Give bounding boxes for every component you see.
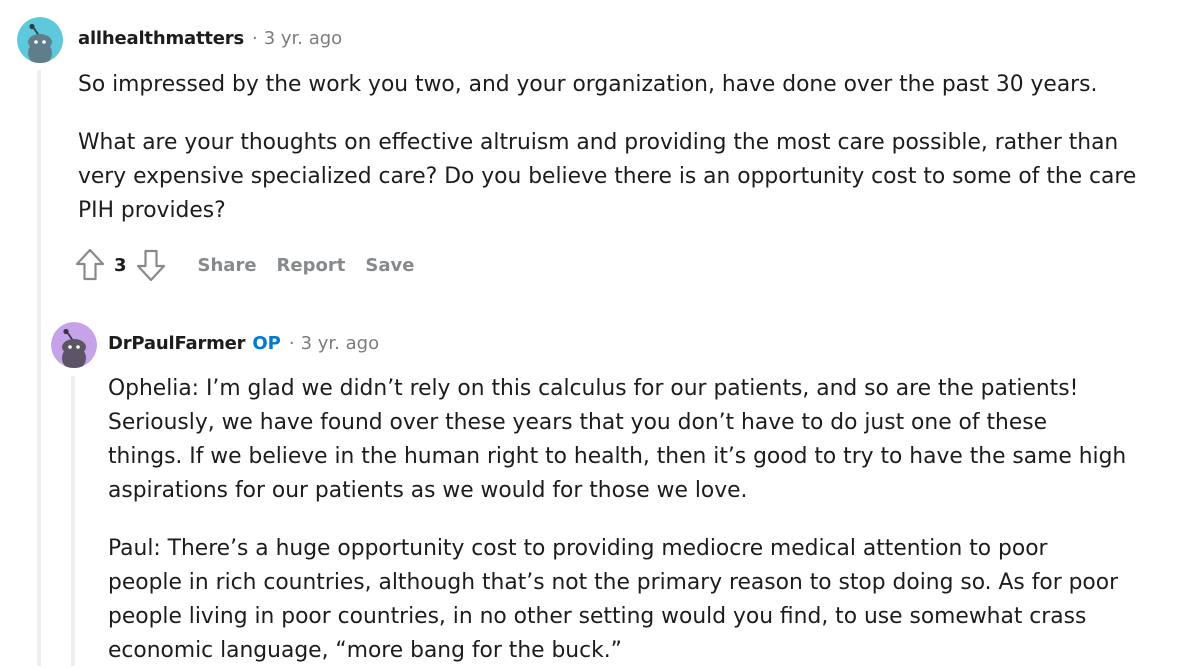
- comment-paragraph: Ophelia: I’m glad we didn’t rely on this…: [108, 376, 1127, 503]
- timestamp[interactable]: 3 yr. ago: [301, 333, 380, 354]
- avatar[interactable]: [17, 17, 63, 63]
- comment-paragraph: What are your thoughts on effective altr…: [78, 130, 1137, 223]
- comment-meta: allhealthmatters · 3 yr. ago: [78, 28, 342, 49]
- meta-separator: ·: [251, 28, 258, 49]
- author-name[interactable]: allhealthmatters: [78, 28, 244, 49]
- op-badge: OP: [252, 333, 281, 354]
- timestamp[interactable]: 3 yr. ago: [264, 28, 343, 49]
- thread-line-comment1[interactable]: [37, 70, 41, 666]
- thread-line-comment2[interactable]: [71, 376, 75, 666]
- vote-score: 3: [114, 254, 127, 276]
- downvote-arrow-icon[interactable]: [136, 248, 166, 282]
- comment-body: Ophelia: I’m glad we didn’t rely on this…: [108, 372, 1128, 668]
- meta-separator: ·: [288, 333, 295, 354]
- snoo-avatar-icon: [51, 322, 97, 368]
- report-button[interactable]: Report: [277, 255, 346, 276]
- share-button[interactable]: Share: [198, 255, 257, 276]
- upvote-arrow-icon[interactable]: [75, 248, 105, 282]
- author-name[interactable]: DrPaulFarmer: [108, 333, 246, 354]
- comment-body: So impressed by the work you two, and yo…: [78, 68, 1158, 228]
- comment-actions: 3 Share Report Save: [75, 248, 414, 282]
- save-button[interactable]: Save: [365, 255, 414, 276]
- comment-meta: DrPaulFarmer OP · 3 yr. ago: [108, 333, 379, 354]
- snoo-avatar-icon: [17, 17, 63, 63]
- comment-paragraph: So impressed by the work you two, and yo…: [78, 72, 1098, 97]
- comment-paragraph: Paul: There’s a huge opportunity cost to…: [108, 536, 1119, 663]
- avatar[interactable]: [51, 322, 97, 368]
